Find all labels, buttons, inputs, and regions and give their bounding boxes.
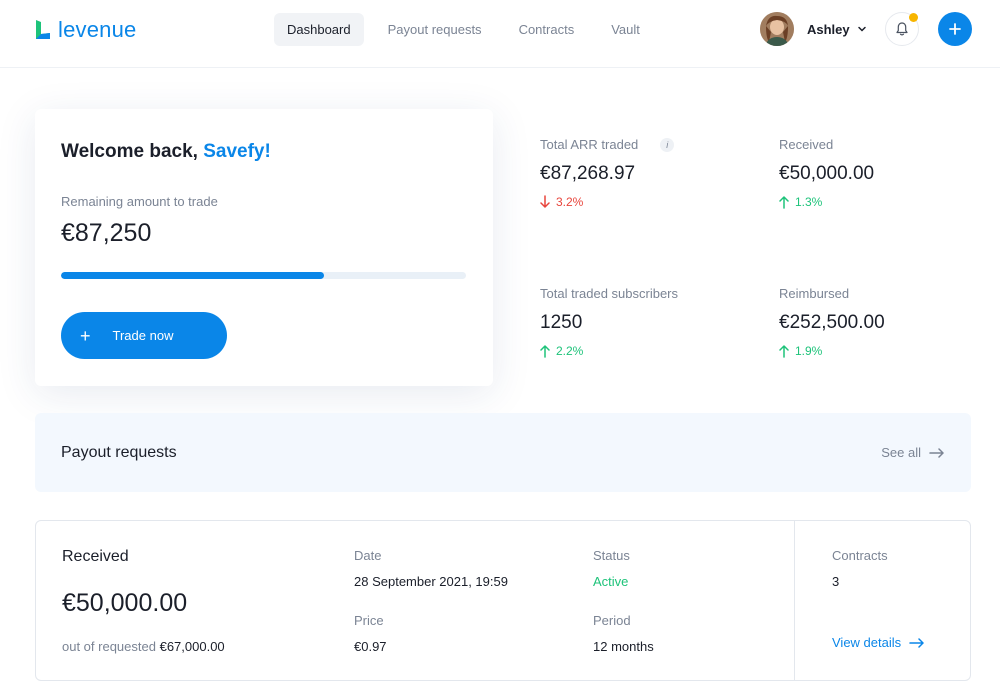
add-button[interactable] — [938, 12, 972, 46]
request-title: Received — [62, 548, 129, 565]
stat-change: 1.3% — [779, 195, 874, 209]
section-title: Payout requests — [61, 444, 177, 461]
avatar-image-icon — [760, 12, 794, 46]
request-amount: €50,000.00 — [62, 589, 188, 617]
main-nav: Dashboard Payout requests Contracts Vaul… — [274, 13, 664, 46]
stat-label: Total ARR traded i — [540, 137, 675, 152]
nav-item-payout-requests[interactable]: Payout requests — [375, 13, 495, 46]
requested-prefix: out of requested — [62, 639, 156, 654]
plus-icon: + — [80, 325, 91, 346]
price-value: €0.97 — [354, 639, 387, 654]
plus-icon — [949, 23, 961, 35]
info-icon[interactable]: i — [660, 137, 675, 152]
chevron-down-icon[interactable] — [857, 24, 867, 34]
arrow-right-icon — [929, 447, 944, 458]
period-value: 12 months — [593, 639, 654, 654]
welcome-greeting: Welcome back, — [61, 141, 198, 162]
user-name: Ashley — [807, 21, 850, 37]
trade-now-label: Trade now — [112, 328, 174, 343]
date-value: 28 September 2021, 19:59 — [354, 574, 508, 589]
welcome-card: Welcome back, Savefy! Remaining amount t… — [35, 109, 493, 386]
arrow-up-icon — [779, 345, 789, 358]
stat-change: 3.2% — [540, 195, 674, 209]
company-name: Savefy! — [203, 141, 271, 162]
logo-mark-icon — [36, 20, 50, 39]
stat-total-traded-subscribers: Total traded subscribers 1250 2.2% — [540, 286, 678, 358]
bell-icon — [896, 22, 908, 36]
contracts-label: Contracts — [832, 548, 888, 563]
stat-label: Total traded subscribers — [540, 286, 679, 301]
request-subtext: out of requested €67,000.00 — [62, 639, 225, 654]
stat-received: Received €50,000.00 1.3% — [779, 137, 874, 209]
view-details-label: View details — [832, 635, 902, 650]
stat-value: €87,268.97 — [540, 163, 636, 184]
stat-total-arr-traded: Total ARR traded i €87,268.97 3.2% — [540, 137, 675, 209]
stat-label-text: Total ARR traded — [540, 137, 639, 152]
stat-change-value: 3.2% — [556, 195, 584, 209]
price-label: Price — [354, 613, 384, 628]
payout-requests-section: Payout requests See all — [35, 413, 971, 492]
remaining-label: Remaining amount to trade — [61, 194, 218, 209]
stat-change-value: 2.2% — [556, 344, 584, 358]
arrow-up-icon — [779, 196, 789, 209]
remaining-progress-bar — [61, 272, 466, 279]
stat-reimbursed: Reimbursed €252,500.00 1.9% — [779, 286, 885, 358]
date-label: Date — [354, 548, 382, 563]
welcome-title: Welcome back, Savefy! — [61, 141, 271, 163]
stat-change-value: 1.9% — [795, 344, 823, 358]
nav-item-dashboard[interactable]: Dashboard — [274, 13, 364, 46]
notifications-button[interactable] — [885, 12, 919, 46]
stat-value: 1250 — [540, 312, 583, 333]
arrow-right-icon — [909, 637, 924, 648]
remaining-value: €87,250 — [61, 219, 152, 247]
contracts-value: 3 — [832, 574, 840, 589]
status-badge: Active — [593, 574, 629, 589]
card-divider — [794, 521, 795, 680]
user-menu[interactable]: Ashley — [760, 12, 867, 46]
stat-label: Reimbursed — [779, 286, 850, 301]
period-label: Period — [593, 613, 631, 628]
stat-label: Received — [779, 137, 834, 152]
see-all-label: See all — [881, 445, 921, 460]
stat-value: €252,500.00 — [779, 312, 885, 333]
stat-change: 2.2% — [540, 344, 678, 358]
nav-item-vault[interactable]: Vault — [598, 13, 653, 46]
arrow-down-icon — [540, 195, 550, 208]
logo-text: levenue — [58, 17, 137, 42]
avatar[interactable] — [760, 12, 794, 46]
requested-amount: €67,000.00 — [159, 639, 225, 654]
notification-dot — [909, 13, 918, 22]
progress-fill — [61, 272, 325, 279]
trade-now-button[interactable]: + Trade now — [61, 312, 227, 359]
levenue-logo[interactable]: levenue — [34, 17, 136, 43]
stat-value: €50,000.00 — [779, 163, 875, 184]
arrow-up-icon — [540, 345, 550, 358]
payout-request-card[interactable]: Received €50,000.00 out of requested €67… — [35, 520, 971, 681]
see-all-link[interactable]: See all — [881, 445, 945, 460]
stat-change-value: 1.3% — [795, 195, 823, 209]
view-details-link[interactable]: View details — [832, 635, 925, 650]
stat-change: 1.9% — [779, 344, 885, 358]
nav-item-contracts[interactable]: Contracts — [506, 13, 588, 46]
status-label: Status — [593, 548, 630, 563]
top-header: levenue Dashboard Payout requests Contra… — [0, 0, 1000, 68]
